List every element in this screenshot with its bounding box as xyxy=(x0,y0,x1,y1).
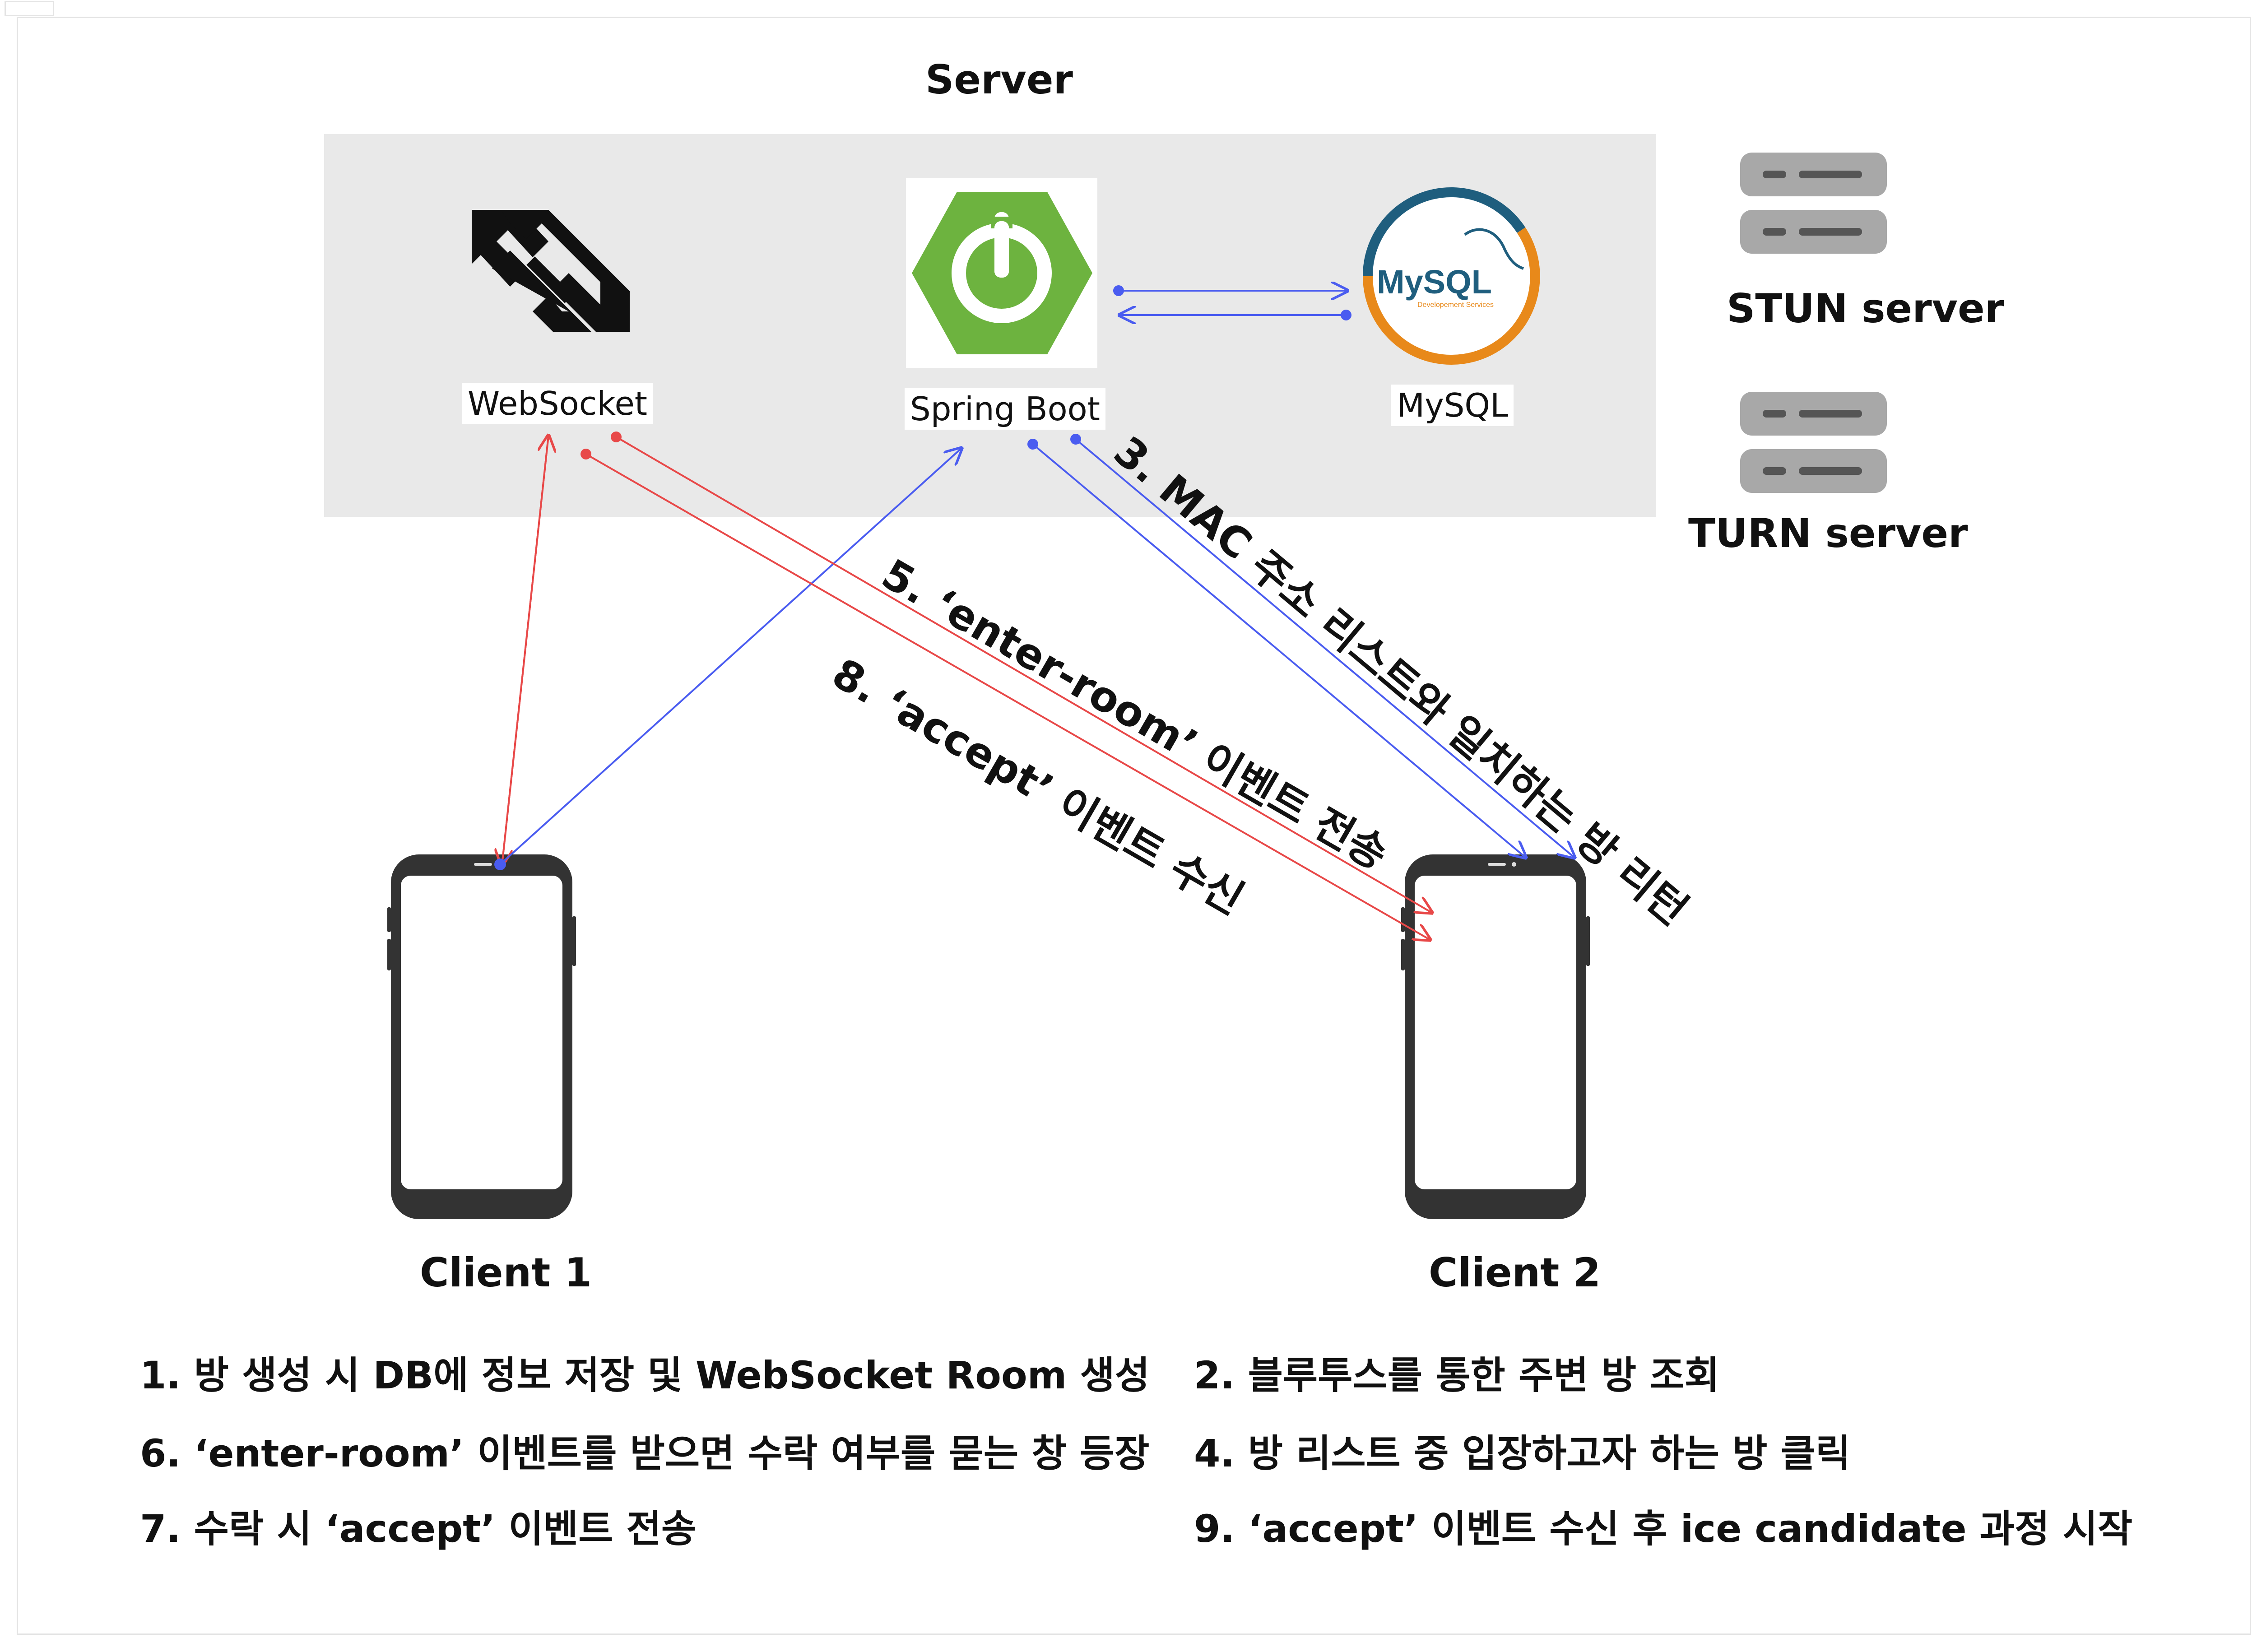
client1-origin-dot xyxy=(494,858,506,870)
client1-phone-icon xyxy=(387,854,576,1219)
mysql-logo-icon: MySQL Developement Services xyxy=(1362,187,1540,365)
mysql-logo-subtext: Developement Services xyxy=(1417,301,1494,309)
stun-server-icon xyxy=(1740,153,1887,254)
client2-label: Client 2 xyxy=(1429,1249,1601,1296)
mysql-label: MySQL xyxy=(1391,385,1514,426)
spring-boot-logo-icon xyxy=(906,178,1097,368)
client1-label: Client 1 xyxy=(420,1249,592,1296)
websocket-label: WebSocket xyxy=(462,383,653,424)
step6-text: 6. ‘enter-room’ 이벤트를 받으면 수락 여부를 묻는 창 등장 xyxy=(140,1431,1150,1476)
diagram-canvas: MySQL Developement Services Server WebSo… xyxy=(0,0,2257,1652)
spring-to-client2-dot-a xyxy=(1027,439,1038,450)
spring-to-mysql-dot xyxy=(1113,285,1124,296)
websocket-to-client1-arrow xyxy=(502,435,549,865)
turn-server-icon xyxy=(1740,392,1887,493)
step4-text: 4. 방 리스트 중 입장하고자 하는 방 클릭 xyxy=(1194,1431,1851,1476)
enter-room-dot xyxy=(611,432,622,442)
step7-text: 7. 수락 시 ‘accept’ 이벤트 전송 xyxy=(140,1507,697,1551)
step1-text: 1. 방 생성 시 DB에 정보 저장 및 WebSocket Room 생성 xyxy=(140,1353,1150,1397)
mysql-to-spring-dot xyxy=(1341,310,1351,320)
spring-to-client2-dot-b xyxy=(1070,434,1081,445)
accept-arrow xyxy=(585,453,1430,940)
accept-dot xyxy=(581,449,591,459)
client1-to-spring-arrow xyxy=(499,448,961,865)
turn-server-label: TURN server xyxy=(1688,510,1968,557)
spring-boot-label: Spring Boot xyxy=(905,388,1105,430)
step2-text: 2. 블루투스를 통한 주변 방 조회 xyxy=(1194,1353,1719,1397)
stun-server-label: STUN server xyxy=(1727,285,2005,332)
client2-phone-icon xyxy=(1401,854,1590,1219)
server-title: Server xyxy=(925,56,1073,103)
websocket-logo-icon xyxy=(472,210,630,332)
step9-text: 9. ‘accept’ 이벤트 수신 후 ice candidate 과정 시작 xyxy=(1194,1507,2133,1551)
mysql-logo-text: MySQL xyxy=(1377,263,1492,301)
